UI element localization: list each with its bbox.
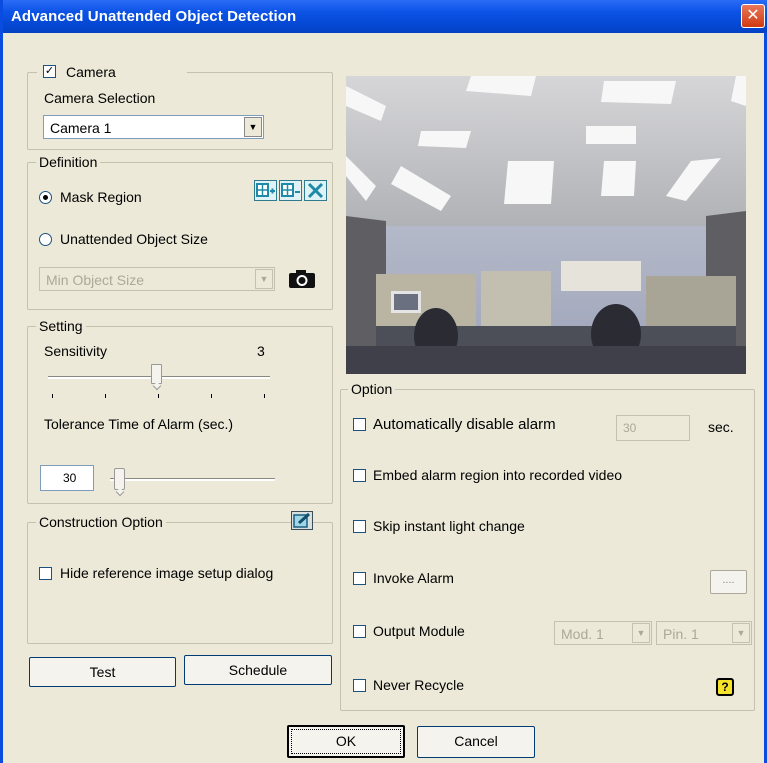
chevron-down-icon[interactable]: ▼ — [632, 623, 650, 643]
definition-legend: Definition — [36, 154, 101, 170]
dialog-window: Advanced Unattended Object Detection ✕ ✓… — [0, 0, 767, 763]
hide-dialog-checkbox[interactable] — [39, 567, 52, 580]
object-size-select[interactable]: Min Object Size ▼ — [39, 267, 275, 291]
sensitivity-label: Sensitivity — [44, 343, 108, 359]
pin-select-value: Pin. 1 — [663, 626, 699, 642]
sensitivity-tick — [211, 394, 212, 398]
construction-legend: Construction Option — [36, 514, 166, 530]
chevron-down-icon[interactable]: ▼ — [255, 269, 273, 289]
clear-region-icon[interactable] — [304, 180, 327, 201]
object-size-select-value: Min Object Size — [46, 272, 145, 288]
auto-disable-checkbox[interactable] — [353, 418, 366, 431]
object-size-radio[interactable] — [39, 233, 52, 246]
help-glyph: ? — [721, 680, 729, 694]
camera-select-value: Camera 1 — [50, 120, 112, 136]
schedule-button[interactable]: Schedule — [184, 655, 332, 685]
auto-disable-seconds-input[interactable]: 30 — [616, 415, 690, 441]
camera-select[interactable]: Camera 1 ▼ — [43, 115, 264, 139]
camera-legend: ✓ Camera — [37, 64, 187, 82]
window-title: Advanced Unattended Object Detection — [11, 8, 297, 25]
never-recycle-label: Never Recycle — [373, 677, 465, 693]
sensitivity-tick — [52, 394, 53, 398]
tolerance-input-value: 30 — [63, 471, 77, 485]
never-recycle-checkbox[interactable] — [353, 679, 366, 692]
help-icon[interactable]: ? — [716, 678, 734, 696]
sensitivity-tick — [264, 394, 265, 398]
output-module-checkbox[interactable] — [353, 625, 366, 638]
pin-select[interactable]: Pin. 1 ▼ — [656, 621, 752, 645]
ok-label: OK — [335, 733, 357, 749]
sensitivity-value: 3 — [257, 343, 265, 359]
close-icon[interactable]: ✕ — [741, 4, 765, 28]
skip-light-checkbox[interactable] — [353, 520, 366, 533]
auto-disable-label: Automatically disable alarm — [373, 416, 556, 433]
ok-button[interactable]: OK — [287, 725, 405, 758]
seconds-unit-label: sec. — [708, 419, 734, 435]
cancel-button[interactable]: Cancel — [417, 726, 535, 758]
option-legend: Option — [348, 381, 396, 397]
tolerance-label: Tolerance Time of Alarm (sec.) — [44, 416, 234, 432]
object-size-label: Unattended Object Size — [60, 231, 208, 247]
test-button[interactable]: Test — [29, 657, 176, 687]
remove-region-icon[interactable] — [279, 180, 302, 201]
mod-select[interactable]: Mod. 1 ▼ — [554, 621, 652, 645]
embed-region-label: Embed alarm region into recorded video — [373, 467, 623, 483]
invoke-alarm-label: Invoke Alarm — [373, 570, 454, 586]
tolerance-input[interactable]: 30 — [40, 465, 94, 491]
auto-disable-seconds-value: 30 — [623, 421, 637, 435]
output-module-label: Output Module — [373, 623, 465, 639]
skip-light-label: Skip instant light change — [373, 518, 525, 534]
setting-legend: Setting — [36, 318, 86, 334]
invoke-alarm-browse-button[interactable]: .... — [710, 570, 747, 594]
invoke-alarm-checkbox[interactable] — [353, 572, 366, 585]
tolerance-slider-thumb[interactable] — [114, 468, 125, 490]
ok-focus-ring: OK — [291, 729, 401, 754]
mask-region-label: Mask Region — [60, 189, 142, 205]
sensitivity-tick — [105, 394, 106, 398]
tolerance-slider-track[interactable] — [110, 478, 275, 481]
hide-dialog-label: Hide reference image setup dialog — [60, 565, 274, 581]
add-region-icon[interactable] — [254, 180, 277, 201]
option-group — [340, 389, 755, 711]
chevron-down-icon[interactable]: ▼ — [244, 117, 262, 137]
construction-group — [27, 522, 333, 644]
mask-region-radio[interactable] — [39, 191, 52, 204]
camera-snapshot-icon[interactable] — [287, 268, 317, 290]
title-bar: Advanced Unattended Object Detection ✕ — [3, 0, 767, 33]
sensitivity-tick — [158, 394, 159, 398]
sensitivity-slider-thumb[interactable] — [151, 364, 162, 384]
camera-preview-image — [346, 76, 746, 374]
embed-region-checkbox[interactable] — [353, 469, 366, 482]
mod-select-value: Mod. 1 — [561, 626, 604, 642]
chevron-down-icon[interactable]: ▼ — [732, 623, 750, 643]
edit-icon[interactable] — [291, 511, 313, 530]
camera-legend-label: Camera — [66, 64, 116, 80]
camera-enable-checkbox[interactable]: ✓ — [43, 65, 56, 78]
camera-selection-label: Camera Selection — [44, 90, 156, 106]
